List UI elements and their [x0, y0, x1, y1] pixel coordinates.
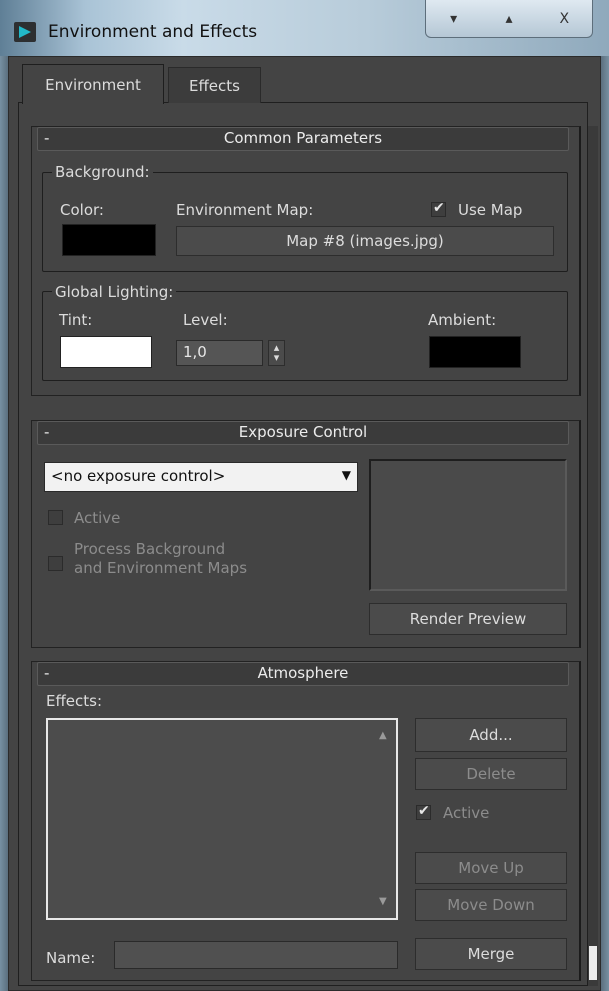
effects-list[interactable]: ▲ ▼	[46, 718, 398, 920]
exposure-preview-area	[369, 459, 567, 591]
add-button[interactable]: Add...	[415, 718, 567, 752]
maximize-button[interactable]: ▴	[481, 0, 536, 37]
scroll-up-icon[interactable]: ▲	[379, 730, 387, 741]
background-group-label: Background:	[52, 163, 153, 181]
background-group	[42, 172, 568, 272]
use-map-label: Use Map	[458, 201, 523, 219]
global-lighting-label: Global Lighting:	[52, 283, 177, 301]
scroll-down-icon[interactable]: ▼	[379, 896, 387, 907]
process-background-label: Process Background and Environment Maps	[74, 540, 247, 578]
exposure-active-checkbox[interactable]	[48, 510, 63, 525]
tint-color-swatch[interactable]	[60, 336, 152, 368]
move-up-button[interactable]: Move Up	[415, 852, 567, 884]
level-label: Level:	[183, 311, 228, 329]
process-background-checkbox[interactable]	[48, 556, 63, 571]
window-border-right	[601, 56, 609, 991]
exposure-control-dropdown[interactable]: <no exposure control> ▼	[44, 462, 358, 492]
process-label-line-2: and Environment Maps	[74, 559, 248, 577]
tint-label: Tint:	[59, 311, 93, 329]
name-label: Name:	[46, 949, 96, 967]
delete-button[interactable]: Delete	[415, 758, 567, 790]
environment-map-label: Environment Map:	[176, 201, 314, 219]
name-field[interactable]	[114, 941, 398, 969]
ambient-label: Ambient:	[428, 311, 497, 329]
panel-scrollbar[interactable]	[588, 126, 598, 986]
background-color-swatch[interactable]	[62, 224, 156, 256]
tab-environment[interactable]: Environment	[22, 64, 164, 104]
tab-effects[interactable]: Effects	[168, 67, 261, 103]
rollout-title: Common Parameters	[223, 129, 383, 147]
color-label: Color:	[60, 201, 104, 219]
minimize-button[interactable]: ▾	[426, 0, 481, 37]
window-border-left	[0, 56, 8, 991]
level-spinner[interactable]: ▴ ▾	[268, 340, 285, 366]
use-map-checkbox[interactable]	[431, 200, 446, 217]
move-down-button[interactable]: Move Down	[415, 889, 567, 921]
exposure-dropdown-value: <no exposure control>	[51, 467, 226, 485]
panel-scrollbar-thumb[interactable]	[589, 946, 597, 980]
process-label-line-1: Process Background	[74, 540, 226, 558]
merge-button[interactable]: Merge	[415, 938, 567, 970]
exposure-control-header[interactable]: - Exposure Control	[37, 421, 569, 445]
atmosphere-active-label: Active	[443, 804, 490, 822]
rollout-title: Atmosphere	[257, 664, 349, 682]
window-title: Environment and Effects	[48, 22, 258, 42]
common-parameters-header[interactable]: - Common Parameters	[37, 127, 569, 151]
atmosphere-active-checkbox[interactable]	[416, 803, 431, 820]
effects-list-scrollbar[interactable]: ▲ ▼	[374, 720, 396, 918]
chevron-down-icon: ▼	[341, 468, 351, 482]
level-value: 1,0	[183, 343, 207, 361]
close-button[interactable]: X	[537, 0, 592, 37]
level-input[interactable]: 1,0	[176, 340, 263, 366]
environment-map-button[interactable]: Map #8 (images.jpg)	[176, 226, 554, 256]
exposure-active-label: Active	[74, 509, 121, 527]
window-controls: ▾ ▴ X	[425, 0, 593, 38]
ambient-color-swatch[interactable]	[429, 336, 521, 368]
effects-label: Effects:	[46, 692, 103, 710]
atmosphere-header[interactable]: - Atmosphere	[37, 662, 569, 686]
render-preview-button[interactable]: Render Preview	[369, 603, 567, 635]
app-icon	[14, 22, 36, 42]
rollout-title: Exposure Control	[238, 423, 368, 441]
